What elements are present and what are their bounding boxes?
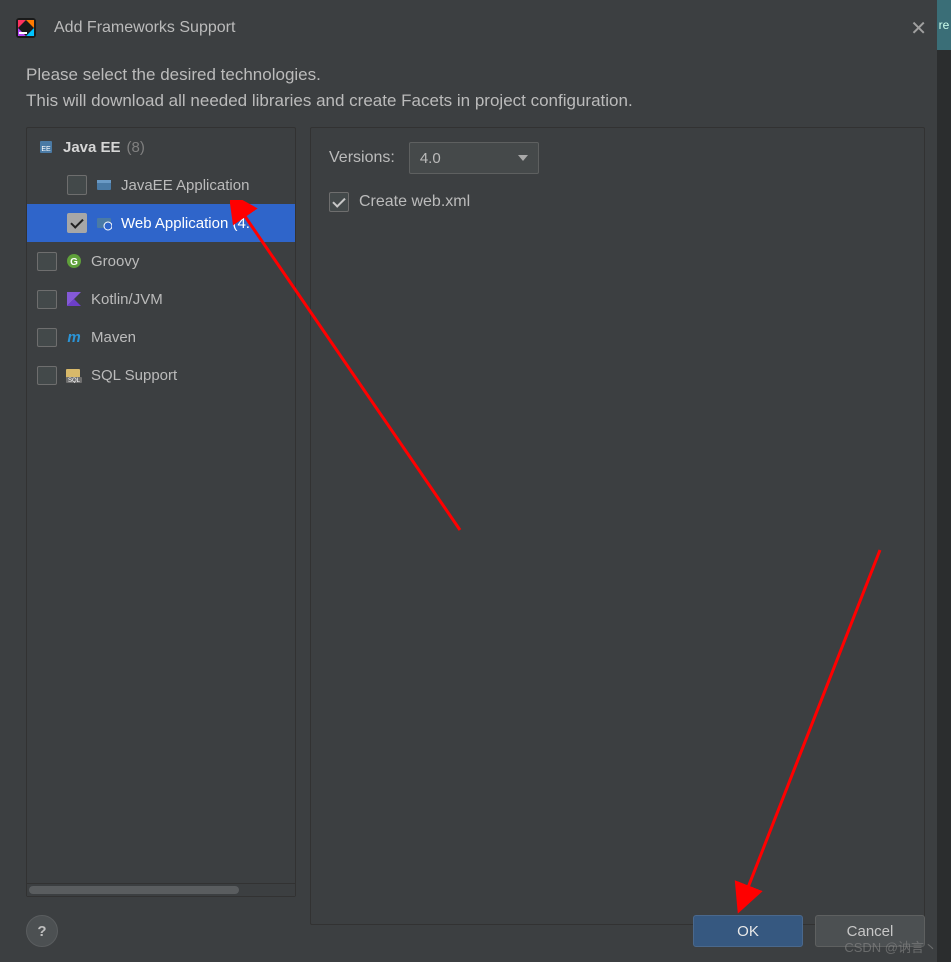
javaee-app-icon bbox=[95, 176, 113, 194]
kotlin-icon bbox=[65, 290, 83, 308]
javaee-group-icon: EE bbox=[37, 138, 55, 156]
svg-text:SQL: SQL bbox=[68, 378, 81, 383]
tree-group-javaee[interactable]: EE Java EE (8) bbox=[27, 128, 295, 166]
chevron-down-icon bbox=[518, 155, 528, 161]
watermark: CSDN @讷言丶 bbox=[844, 937, 937, 956]
create-webxml-checkbox[interactable] bbox=[329, 192, 349, 212]
tree-item-sql-support[interactable]: SQL SQL Support bbox=[27, 356, 295, 394]
sql-icon: SQL bbox=[65, 366, 83, 384]
checkbox[interactable] bbox=[37, 290, 57, 309]
dialog-title: Add Frameworks Support bbox=[54, 19, 235, 37]
tree-item-label: Maven bbox=[91, 329, 136, 346]
close-icon[interactable]: ✕ bbox=[900, 12, 937, 45]
versions-select[interactable]: 4.0 bbox=[409, 142, 539, 174]
horizontal-scrollbar[interactable] bbox=[27, 883, 295, 896]
versions-label: Versions: bbox=[329, 149, 395, 167]
groovy-icon: G bbox=[65, 252, 83, 270]
scrollbar-thumb[interactable] bbox=[29, 886, 239, 894]
web-app-icon bbox=[95, 214, 113, 232]
tree-item-kotlin[interactable]: Kotlin/JVM bbox=[27, 280, 295, 318]
create-webxml-label: Create web.xml bbox=[359, 193, 470, 211]
tree-group-count: (8) bbox=[127, 139, 145, 156]
maven-icon: m bbox=[65, 328, 83, 346]
svg-text:m: m bbox=[67, 329, 80, 345]
checkbox[interactable] bbox=[67, 213, 87, 233]
frameworks-tree-panel: EE Java EE (8) JavaEE Application Web Ap… bbox=[26, 127, 296, 897]
help-button[interactable]: ? bbox=[26, 915, 58, 947]
checkbox[interactable] bbox=[37, 252, 57, 271]
tree-item-label: SQL Support bbox=[91, 367, 177, 384]
tree-group-label: Java EE bbox=[63, 139, 121, 156]
checkbox[interactable] bbox=[37, 366, 57, 385]
svg-text:EE: EE bbox=[41, 146, 51, 153]
title-bar: Add Frameworks Support ✕ bbox=[0, 0, 951, 56]
versions-value: 4.0 bbox=[420, 150, 441, 167]
tree-item-label: Web Application (4. bbox=[121, 215, 250, 232]
checkbox[interactable] bbox=[67, 175, 87, 195]
frameworks-tree[interactable]: EE Java EE (8) JavaEE Application Web Ap… bbox=[27, 128, 295, 883]
tree-item-maven[interactable]: m Maven bbox=[27, 318, 295, 356]
tree-item-label: Groovy bbox=[91, 253, 139, 270]
dialog-description: Please select the desired technologies. … bbox=[0, 56, 951, 127]
tree-item-web-application[interactable]: Web Application (4. bbox=[27, 204, 295, 242]
create-webxml-row[interactable]: Create web.xml bbox=[329, 192, 906, 212]
cropped-edge bbox=[937, 50, 951, 962]
dialog-footer: ? OK Cancel bbox=[0, 900, 951, 962]
framework-details-panel: Versions: 4.0 Create web.xml bbox=[310, 127, 925, 925]
checkbox[interactable] bbox=[37, 328, 57, 347]
tree-item-groovy[interactable]: G Groovy bbox=[27, 242, 295, 280]
cropped-tab-icon: re bbox=[937, 0, 951, 50]
svg-text:G: G bbox=[70, 257, 78, 268]
tree-item-javaee-application[interactable]: JavaEE Application bbox=[27, 166, 295, 204]
ok-button[interactable]: OK bbox=[693, 915, 803, 947]
app-icon bbox=[14, 16, 38, 40]
versions-row: Versions: 4.0 bbox=[329, 142, 906, 174]
tree-item-label: Kotlin/JVM bbox=[91, 291, 163, 308]
tree-item-label: JavaEE Application bbox=[121, 177, 249, 194]
